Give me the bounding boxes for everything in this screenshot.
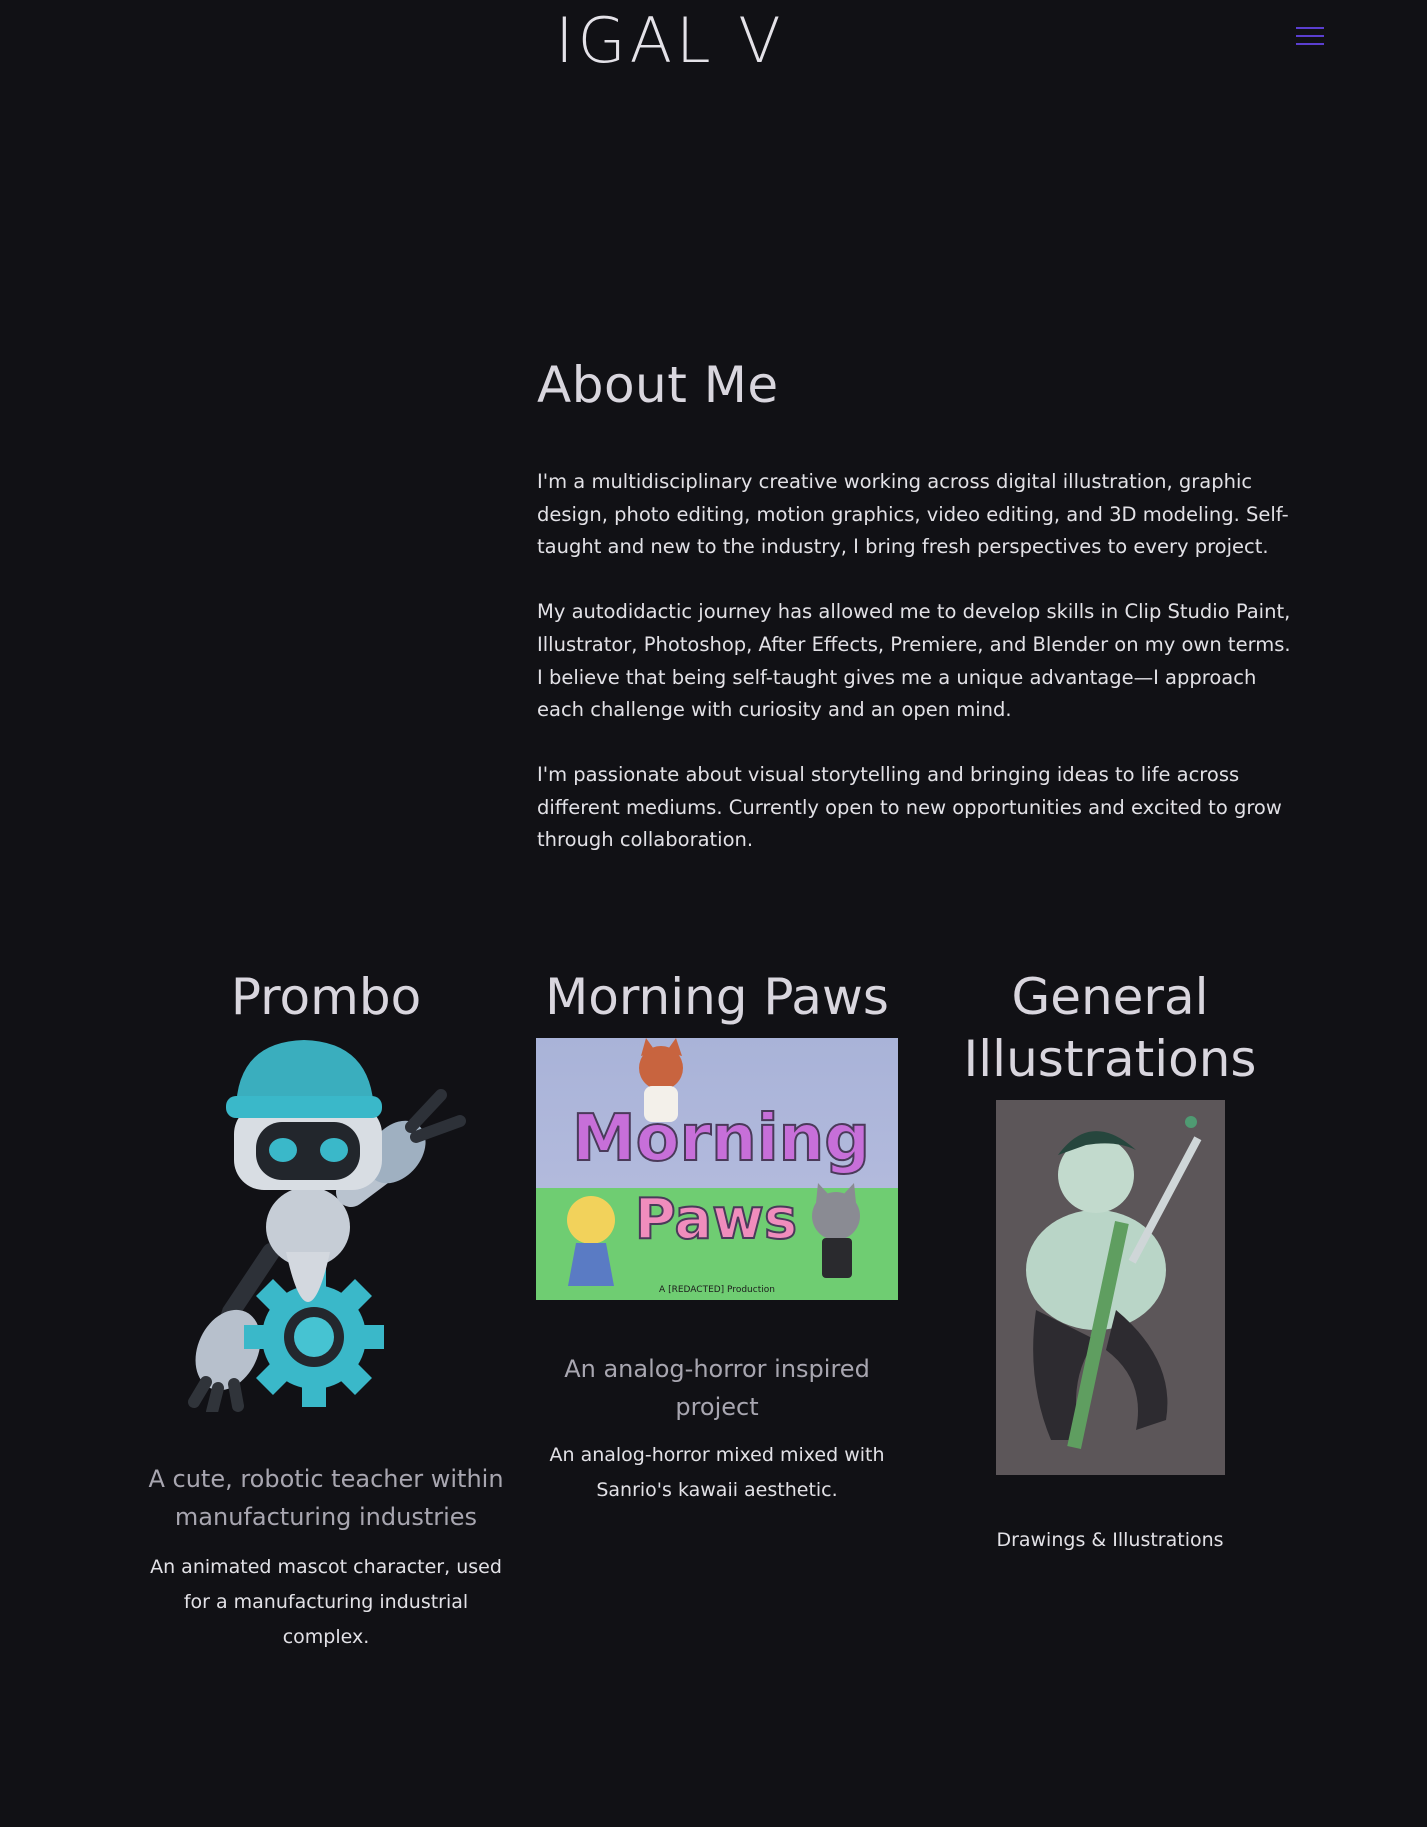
project-description: An animated mascot character, used for a… bbox=[150, 1556, 502, 1648]
cover-title-top: Morning bbox=[572, 1102, 870, 1176]
prombo-robot-image[interactable] bbox=[176, 1032, 476, 1412]
project-subtitle: A cute, robotic teacher within manufactu… bbox=[148, 1465, 504, 1531]
site-header: IGAL V bbox=[0, 0, 1427, 80]
illustration-warrior-image[interactable] bbox=[995, 1100, 1225, 1475]
cover-credit: A [REDACTED] Production bbox=[659, 1285, 775, 1295]
site-logo[interactable]: IGAL V bbox=[520, 4, 820, 74]
project-card-general-illustrations[interactable]: General Illustrations Drawings & Illustr… bbox=[945, 966, 1275, 1558]
project-subtitle: An analog-horror inspired project bbox=[564, 1355, 870, 1421]
project-title: General Illustrations bbox=[963, 968, 1257, 1088]
about-paragraph-2: My autodidactic journey has allowed me t… bbox=[537, 600, 1291, 722]
project-description: Drawings & Illustrations bbox=[996, 1529, 1224, 1551]
project-card-morning-paws[interactable]: Morning Paws Morning Paws A [REDACTED] P… bbox=[527, 966, 907, 1508]
hamburger-menu-icon[interactable] bbox=[1290, 20, 1330, 52]
about-title: About Me bbox=[537, 356, 779, 414]
project-card-prombo[interactable]: Prombo A cute, robotic teacher within ma… bbox=[140, 966, 512, 1655]
project-title: Morning Paws bbox=[545, 968, 889, 1026]
morning-paws-cover-image[interactable]: Morning Paws A [REDACTED] Production bbox=[536, 1038, 898, 1300]
project-description: An analog-horror mixed mixed with Sanrio… bbox=[549, 1444, 885, 1501]
about-paragraph-1: I'm a multidisciplinary creative working… bbox=[537, 470, 1289, 559]
about-paragraph-3: I'm passionate about visual storytelling… bbox=[537, 762, 1282, 852]
project-title: Prombo bbox=[230, 968, 422, 1026]
about-section: About Me I'm a multidisciplinary creativ… bbox=[537, 356, 1297, 889]
cover-title-bottom: Paws bbox=[635, 1187, 797, 1252]
logo-text: IGAL V bbox=[555, 4, 784, 74]
